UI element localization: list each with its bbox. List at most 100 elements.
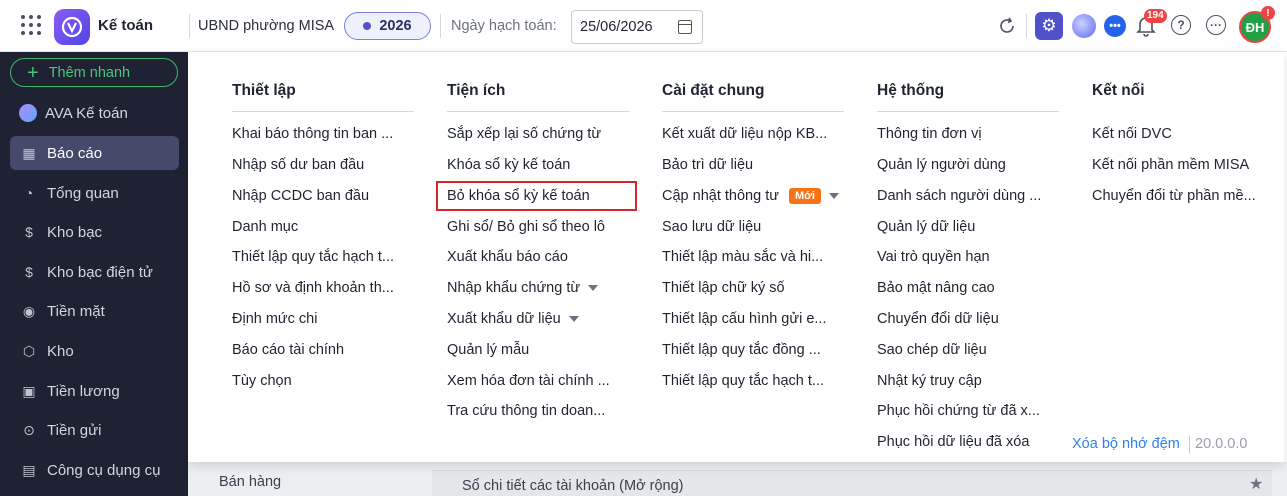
help-icon[interactable]: ? [1171, 15, 1191, 35]
salary-icon: ▣ [22, 382, 36, 399]
app-title: Kế toán [98, 17, 154, 34]
menu-item[interactable]: Chuyển đổi từ phần mề... [1092, 188, 1256, 204]
report-group-sales[interactable]: Bán hàng [219, 474, 281, 490]
menu-item[interactable]: Quản lý dữ liệu [877, 219, 975, 235]
menu-item[interactable]: Bảo mật nâng cao [877, 280, 995, 296]
menu-item[interactable]: Vai trò quyền hạn [877, 249, 990, 265]
divider [877, 111, 1059, 112]
calendar-icon[interactable] [678, 20, 692, 34]
menu-item-update-circular[interactable]: Cập nhật thông tư Mới [662, 188, 839, 205]
menu-item[interactable]: Quản lý mẫu [447, 342, 529, 358]
sidebar-item-label: Công cụ dụng cụ [47, 461, 161, 479]
sidebar-item-warehouse[interactable]: ⬡ Kho [10, 334, 179, 368]
cash-icon: ◉ [22, 302, 36, 319]
user-alert-badge: ! [1261, 6, 1275, 20]
sidebar-item-reports[interactable]: ▦ Báo cáo [10, 136, 179, 170]
menu-item-import-vouchers[interactable]: Nhập khẩu chứng từ [447, 280, 599, 296]
sidebar-item-treasury[interactable]: $ Kho bạc [10, 215, 179, 249]
menu-item[interactable]: Kết nối phần mềm MISA [1092, 157, 1249, 173]
menu-item[interactable]: Phục hồi dữ liệu đã xóa [877, 434, 1029, 450]
chevron-down-icon [568, 316, 579, 323]
tools-icon: ▤ [22, 461, 36, 478]
settings-gear-icon[interactable]: ⚙ [1035, 12, 1063, 40]
menu-item[interactable]: Báo cáo tài chính [232, 342, 344, 358]
menu-item[interactable]: Phục hồi chứng từ đã x... [877, 403, 1040, 419]
settings-mega-menu: Thiết lập Khai báo thông tin ban ... Nhậ… [188, 52, 1284, 462]
fiscal-year-selector[interactable]: 2026 [344, 12, 431, 40]
menu-item[interactable]: Thiết lập cấu hình gửi e... [662, 311, 826, 327]
menu-item[interactable]: Khai báo thông tin ban ... [232, 126, 393, 142]
menu-item[interactable]: Ghi sổ/ Bỏ ghi sổ theo lô [447, 219, 605, 235]
more-icon[interactable]: ··· [1206, 15, 1226, 35]
divider [1026, 14, 1027, 38]
menu-item[interactable]: Kết xuất dữ liệu nộp KB... [662, 126, 827, 142]
clear-cache-link[interactable]: Xóa bộ nhớ đệm [1072, 436, 1180, 452]
menu-item[interactable]: Tra cứu thông tin doan... [447, 403, 605, 419]
menu-item[interactable]: Thiết lập màu sắc và hi... [662, 249, 823, 265]
divider [662, 111, 844, 112]
menu-item[interactable]: Khóa sổ kỳ kế toán [447, 157, 570, 173]
treasury-icon: $ [25, 224, 33, 240]
sidebar-item-cash[interactable]: ◉ Tiền mặt [10, 294, 179, 328]
menu-item[interactable]: Danh sách người dùng ... [877, 188, 1041, 204]
sidebar-item-salary[interactable]: ▣ Tiền lương [10, 374, 179, 408]
sidebar-item-deposit[interactable]: ⊙ Tiền gửi [10, 413, 179, 447]
ava-assistant-icon[interactable] [1072, 14, 1096, 38]
menu-item[interactable]: Nhật ký truy cập [877, 373, 982, 389]
menu-item[interactable]: Bảo trì dữ liệu [662, 157, 753, 173]
menu-item[interactable]: Xem hóa đơn tài chính ... [447, 373, 610, 389]
menu-item[interactable]: Thông tin đơn vị [877, 126, 982, 142]
refresh-icon[interactable] [995, 14, 1019, 38]
menu-item[interactable]: Sao lưu dữ liệu [662, 219, 761, 235]
column-title: Hệ thống [877, 82, 945, 99]
quick-add-label: Thêm nhanh [48, 64, 131, 81]
report-card-title[interactable]: Sổ chi tiết các tài khoản (Mở rộng) [462, 478, 683, 494]
column-title: Tiện ích [447, 82, 506, 99]
menu-item[interactable]: Tùy chọn [232, 373, 292, 389]
chevron-down-icon [588, 285, 599, 292]
sidebar-item-tools[interactable]: ▤ Công cụ dụng cụ [10, 453, 179, 487]
chevron-down-icon [828, 193, 839, 200]
menu-item[interactable]: Thiết lập quy tắc đồng ... [662, 342, 821, 358]
menu-item[interactable]: Nhập CCDC ban đầu [232, 188, 369, 204]
organization-name[interactable]: UBND phường MISA [198, 18, 334, 34]
sidebar-item-label: Tổng quan [47, 184, 119, 202]
sidebar-item-label: Báo cáo [47, 144, 103, 162]
ava-icon [19, 104, 37, 122]
menu-item[interactable]: Thiết lập quy tắc hạch t... [232, 249, 394, 265]
sidebar: + Thêm nhanh AVA Kế toán ▦ Báo cáo ◔ Tổn… [0, 52, 188, 496]
menu-item[interactable]: Thiết lập chữ ký số [662, 280, 785, 296]
top-bar: Kế toán UBND phường MISA 2026 Ngày hạch … [0, 0, 1287, 52]
sidebar-item-label: Tiền lương [47, 382, 120, 400]
warehouse-icon: ⬡ [22, 342, 36, 359]
menu-item[interactable]: Danh mục [232, 219, 298, 235]
menu-item[interactable]: Hồ sơ và định khoản th... [232, 280, 394, 296]
highlight-box [436, 181, 637, 211]
menu-item-export-data[interactable]: Xuất khẩu dữ liệu [447, 311, 579, 327]
sidebar-item-label: Tiền mặt [47, 302, 105, 320]
menu-item[interactable]: Quản lý người dùng [877, 157, 1006, 173]
favorite-star-icon[interactable]: ★ [1249, 474, 1263, 494]
menu-item[interactable]: Sắp xếp lại số chứng từ [447, 126, 601, 142]
sidebar-item-label: Kho bạc điện tử [47, 263, 153, 281]
menu-item[interactable]: Định mức chi [232, 311, 317, 327]
menu-item-label: Xuất khẩu dữ liệu [447, 311, 561, 327]
e-treasury-icon: $ [25, 264, 33, 280]
app-grid-icon[interactable] [21, 15, 41, 35]
sidebar-item-ava[interactable]: AVA Kế toán [10, 96, 179, 130]
chat-icon[interactable]: ••• [1104, 15, 1126, 37]
menu-item[interactable]: Sao chép dữ liệu [877, 342, 987, 358]
posting-date-input[interactable]: 25/06/2026 [571, 10, 703, 44]
quick-add-button[interactable]: + Thêm nhanh [10, 58, 178, 87]
app-logo[interactable] [54, 9, 90, 45]
posting-date-label: Ngày hạch toán: [451, 18, 557, 34]
notification-count-badge: 194 [1144, 9, 1167, 23]
menu-item[interactable]: Xuất khẩu báo cáo [447, 249, 568, 265]
sidebar-item-overview[interactable]: ◔ Tổng quan [10, 176, 179, 210]
sidebar-item-e-treasury[interactable]: $ Kho bạc điện tử [10, 255, 179, 289]
menu-item[interactable]: Thiết lập quy tắc hạch t... [662, 373, 824, 389]
menu-item[interactable]: Chuyển đổi dữ liệu [877, 311, 999, 327]
menu-item[interactable]: Kết nối DVC [1092, 126, 1172, 142]
divider [447, 111, 629, 112]
menu-item[interactable]: Nhập số dư ban đầu [232, 157, 364, 173]
